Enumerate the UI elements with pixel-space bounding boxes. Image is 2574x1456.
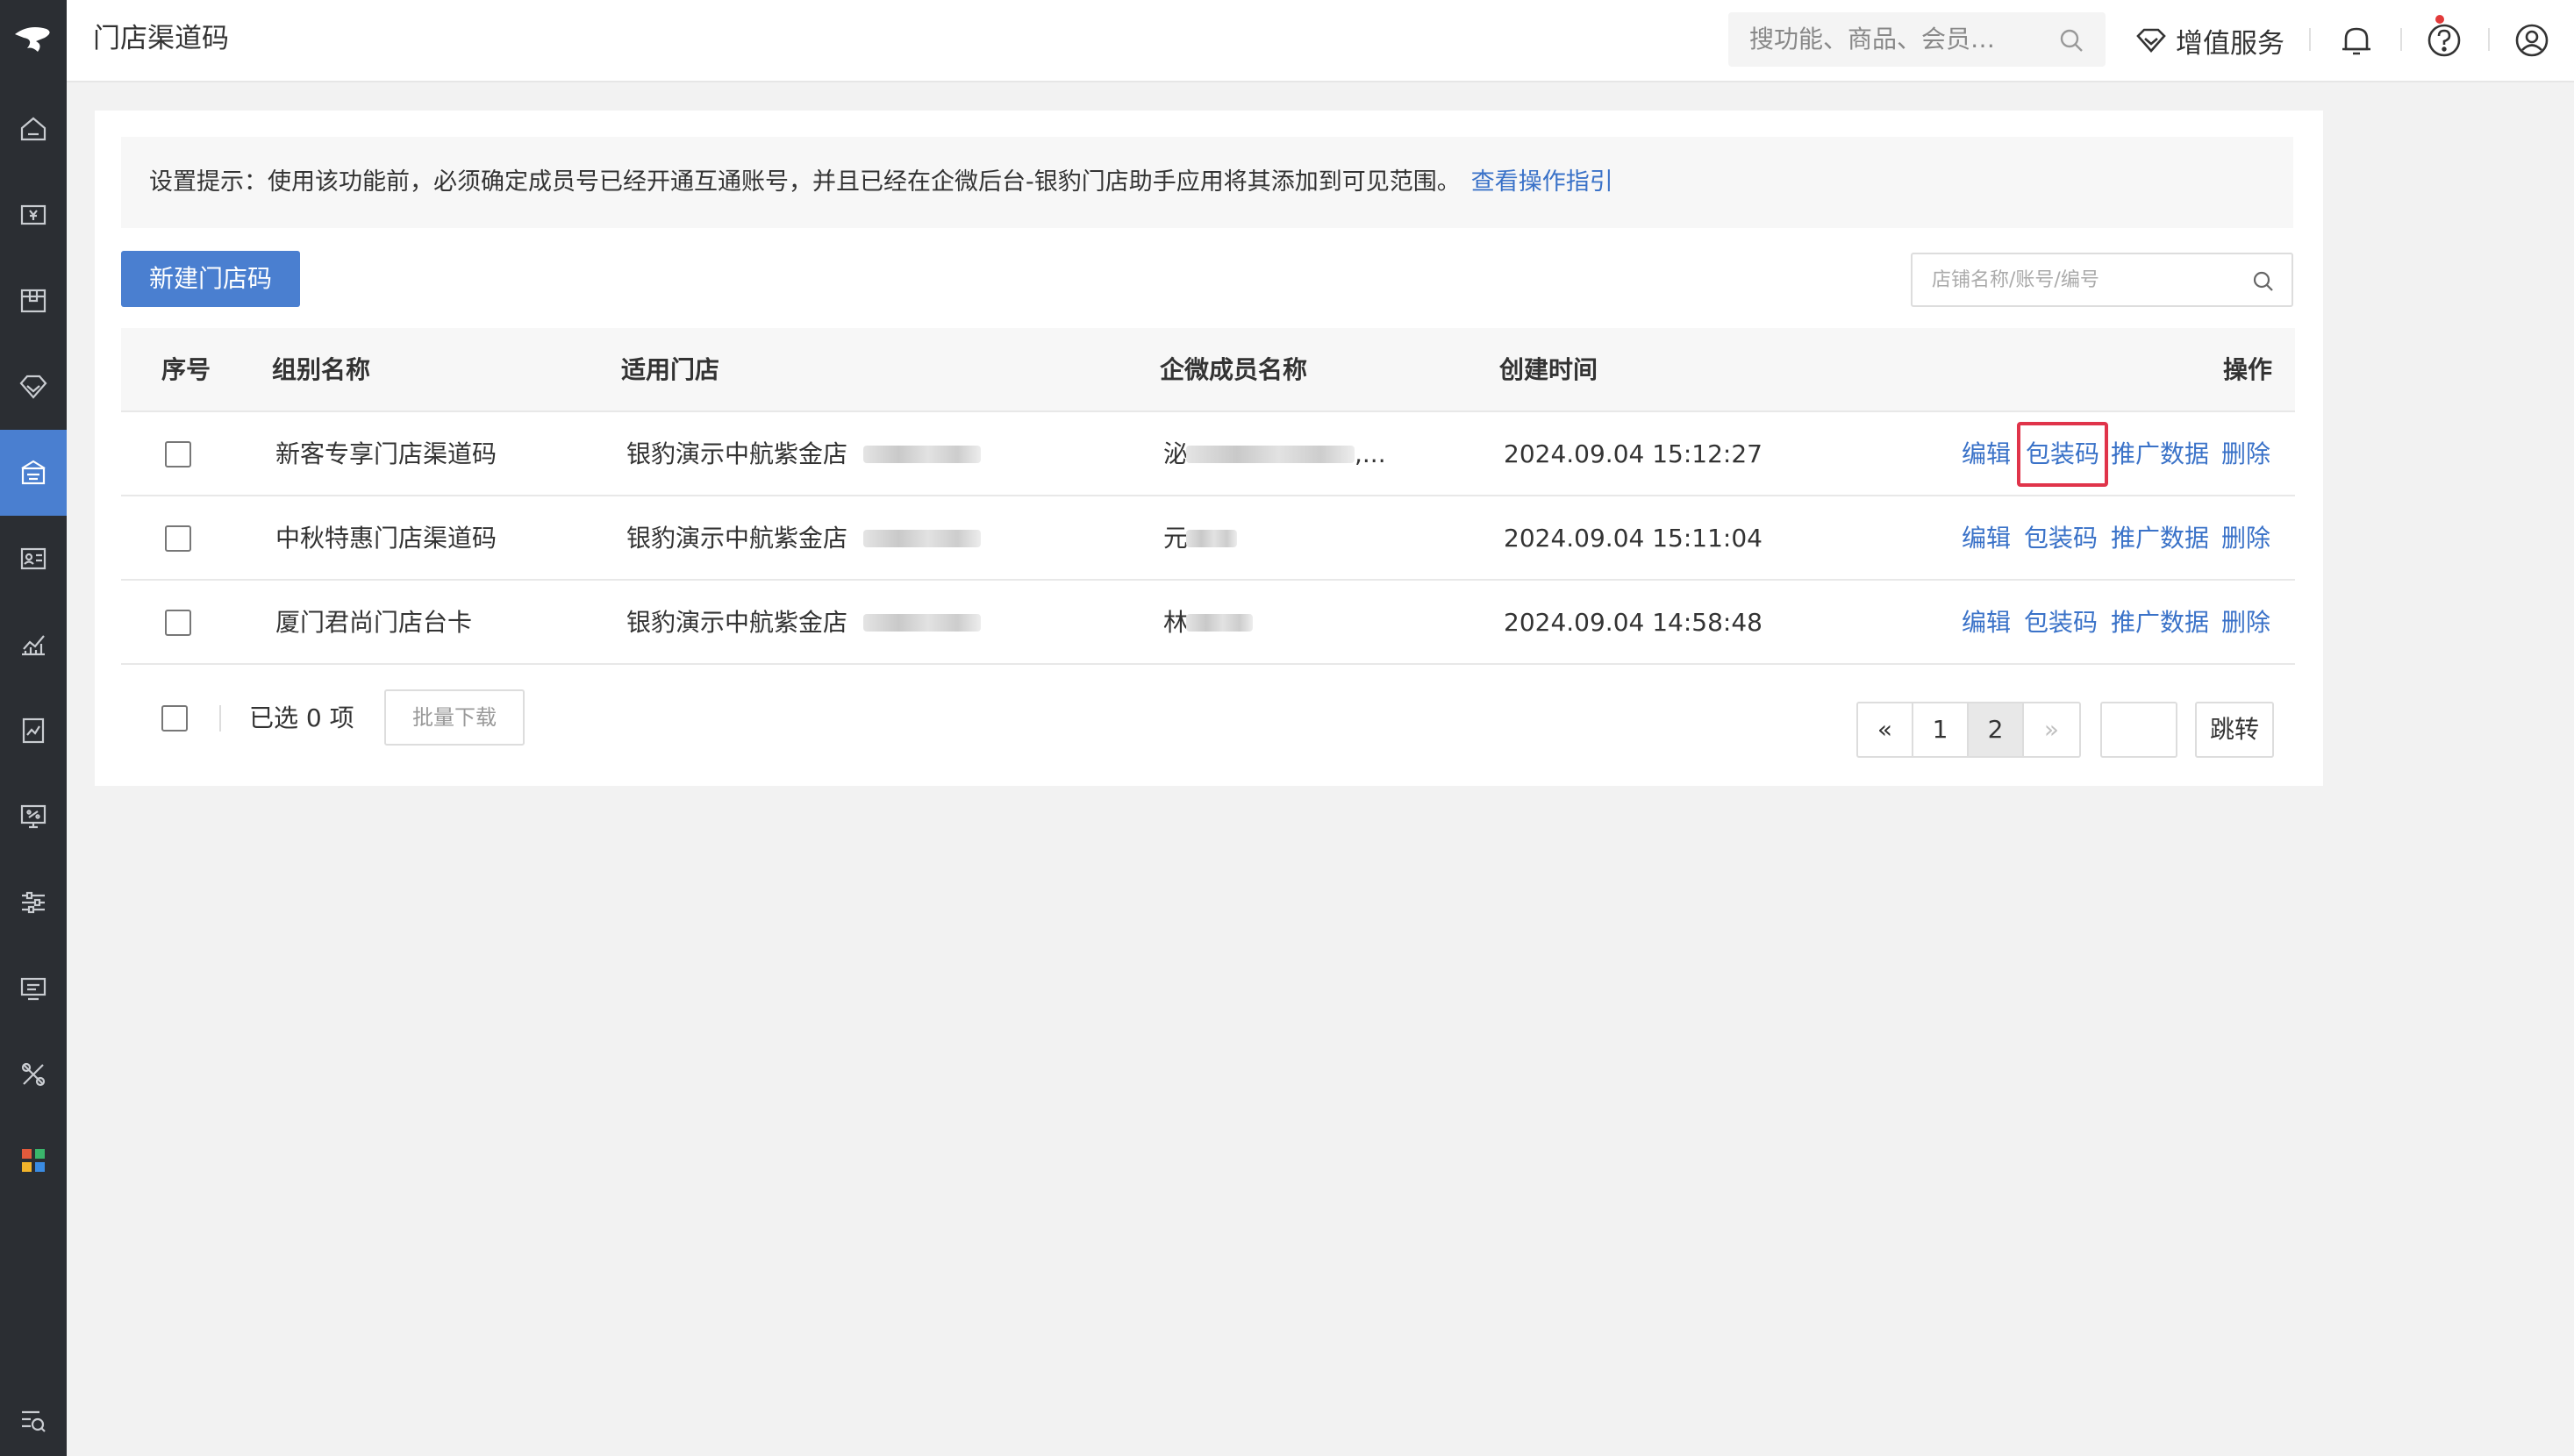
package-code-link[interactable]: 包装码 <box>2024 581 2098 665</box>
row-store: 银豹演示中航紫金店 <box>626 524 848 553</box>
page-title: 门店渠道码 <box>93 23 229 54</box>
nav-promotion-icon[interactable] <box>0 774 67 860</box>
nav-analytics-icon[interactable] <box>0 602 67 688</box>
row-store: 银豹演示中航紫金店 <box>626 439 848 468</box>
row-checkbox[interactable] <box>165 441 191 467</box>
nav-box-icon[interactable] <box>0 258 67 344</box>
global-search-input[interactable]: 搜功能、商品、会员… <box>1728 12 2106 67</box>
sidebar <box>0 0 67 1456</box>
edit-link[interactable]: 编辑 <box>1962 412 2011 496</box>
column-header-store: 适用门店 <box>621 355 720 384</box>
vip-services-label: 增值服务 <box>2176 27 2284 60</box>
delete-link[interactable]: 删除 <box>2221 496 2270 581</box>
redacted-text <box>863 530 981 547</box>
promo-data-link[interactable]: 推广数据 <box>2111 496 2209 581</box>
nav-finance-icon[interactable] <box>0 172 67 258</box>
row-member-more: ,... <box>1355 439 1386 468</box>
promo-data-link[interactable]: 推广数据 <box>2111 412 2209 496</box>
row-group-name: 厦门君尚门店台卡 <box>275 608 473 637</box>
diamond-icon <box>2136 28 2166 53</box>
select-all-checkbox[interactable] <box>161 705 188 732</box>
search-icon[interactable] <box>2251 269 2276 297</box>
selected-count: 已选 0 项 <box>249 703 354 732</box>
column-header-name: 组别名称 <box>272 355 371 384</box>
footer-divider <box>219 705 221 732</box>
notice-text: 设置提示：使用该功能前，必须确定成员号已经开通互通账号，并且已经在企微后台-银豹… <box>149 168 1461 196</box>
row-group-name: 新客专享门店渠道码 <box>275 439 497 468</box>
nav-settings-icon[interactable] <box>0 860 67 946</box>
prev-page-button[interactable]: « <box>1858 703 1913 756</box>
nav-member-card-icon[interactable] <box>0 516 67 602</box>
nav-store-icon[interactable] <box>0 430 67 516</box>
redacted-text <box>1186 614 1253 632</box>
row-created-time: 2024.09.04 15:11:04 <box>1504 524 1762 553</box>
top-bar: 门店渠道码 搜功能、商品、会员… 增值服务 <box>67 0 2574 82</box>
row-created-time: 2024.09.04 14:58:48 <box>1504 608 1762 637</box>
global-search-placeholder: 搜功能、商品、会员… <box>1749 25 1996 54</box>
redacted-text <box>863 446 981 463</box>
package-code-link[interactable]: 包装码 <box>2017 422 2109 487</box>
page-jump-input[interactable] <box>2100 702 2177 758</box>
page-1-button[interactable]: 1 <box>1913 703 1969 756</box>
nav-device-icon[interactable] <box>0 946 67 1031</box>
row-checkbox[interactable] <box>165 610 191 636</box>
page-jump-button[interactable]: 跳转 <box>2195 702 2274 758</box>
column-header-created: 创建时间 <box>1499 355 1598 384</box>
store-search-input[interactable]: 店铺名称/账号/编号 <box>1911 253 2293 307</box>
header-divider <box>2400 28 2402 51</box>
edit-link[interactable]: 编辑 <box>1962 496 2011 581</box>
row-group-name: 中秋特惠门店渠道码 <box>275 524 497 553</box>
store-search-placeholder: 店铺名称/账号/编号 <box>1932 269 2099 291</box>
page-2-button[interactable]: 2 <box>1969 703 2024 756</box>
pagination: « 1 2 » <box>1856 702 2081 758</box>
promo-data-link[interactable]: 推广数据 <box>2111 581 2209 665</box>
nav-home-icon[interactable] <box>0 86 67 172</box>
table-row: 中秋特惠门店渠道码 银豹演示中航紫金店 元 2024.09.04 15:11:0… <box>121 496 2295 581</box>
row-member: 林 <box>1163 608 1189 637</box>
search-icon[interactable] <box>2058 27 2084 57</box>
redacted-text <box>1186 446 1355 463</box>
guide-link[interactable]: 查看操作指引 <box>1471 168 1613 196</box>
nav-tools-icon[interactable] <box>0 1031 67 1117</box>
nav-search-list-icon[interactable] <box>0 1384 67 1456</box>
column-header-actions: 操作 <box>2222 355 2272 384</box>
main-card: 设置提示：使用该功能前，必须确定成员号已经开通互通账号，并且已经在企微后台-银豹… <box>95 111 2323 786</box>
row-member: 元 <box>1163 524 1189 553</box>
row-member: 泌 <box>1163 439 1189 468</box>
nav-report-icon[interactable] <box>0 688 67 774</box>
notice-banner: 设置提示：使用该功能前，必须确定成员号已经开通互通账号，并且已经在企微后台-银豹… <box>121 137 2293 228</box>
new-store-code-button[interactable]: 新建门店码 <box>121 251 300 307</box>
next-page-button[interactable]: » <box>2024 703 2079 756</box>
table-header: 序号 组别名称 适用门店 企微成员名称 创建时间 操作 <box>121 328 2295 412</box>
user-avatar-icon[interactable] <box>2513 21 2551 63</box>
header-divider <box>2309 28 2311 51</box>
header-divider <box>2488 28 2490 51</box>
package-code-link[interactable]: 包装码 <box>2024 496 2098 581</box>
help-icon[interactable] <box>2425 21 2463 63</box>
row-store: 银豹演示中航紫金店 <box>626 608 848 637</box>
nav-diamond-icon[interactable] <box>0 344 67 430</box>
row-created-time: 2024.09.04 15:12:27 <box>1504 439 1762 468</box>
delete-link[interactable]: 删除 <box>2221 412 2270 496</box>
column-header-member: 企微成员名称 <box>1160 355 1308 384</box>
table-row: 厦门君尚门店台卡 银豹演示中航紫金店 林 2024.09.04 14:58:48… <box>121 581 2295 665</box>
redacted-text <box>1186 530 1237 547</box>
column-header-index: 序号 <box>161 355 211 384</box>
brand-logo[interactable] <box>0 0 67 79</box>
edit-link[interactable]: 编辑 <box>1962 581 2011 665</box>
nav-apps-icon[interactable] <box>0 1117 67 1203</box>
bell-icon[interactable] <box>2337 21 2376 63</box>
redacted-text <box>863 614 981 632</box>
table-row: 新客专享门店渠道码 银豹演示中航紫金店 泌 ,... 2024.09.04 15… <box>121 412 2295 496</box>
row-checkbox[interactable] <box>165 525 191 552</box>
batch-download-button[interactable]: 批量下载 <box>384 689 525 746</box>
delete-link[interactable]: 删除 <box>2221 581 2270 665</box>
vip-services-button[interactable]: 增值服务 <box>2135 16 2284 65</box>
